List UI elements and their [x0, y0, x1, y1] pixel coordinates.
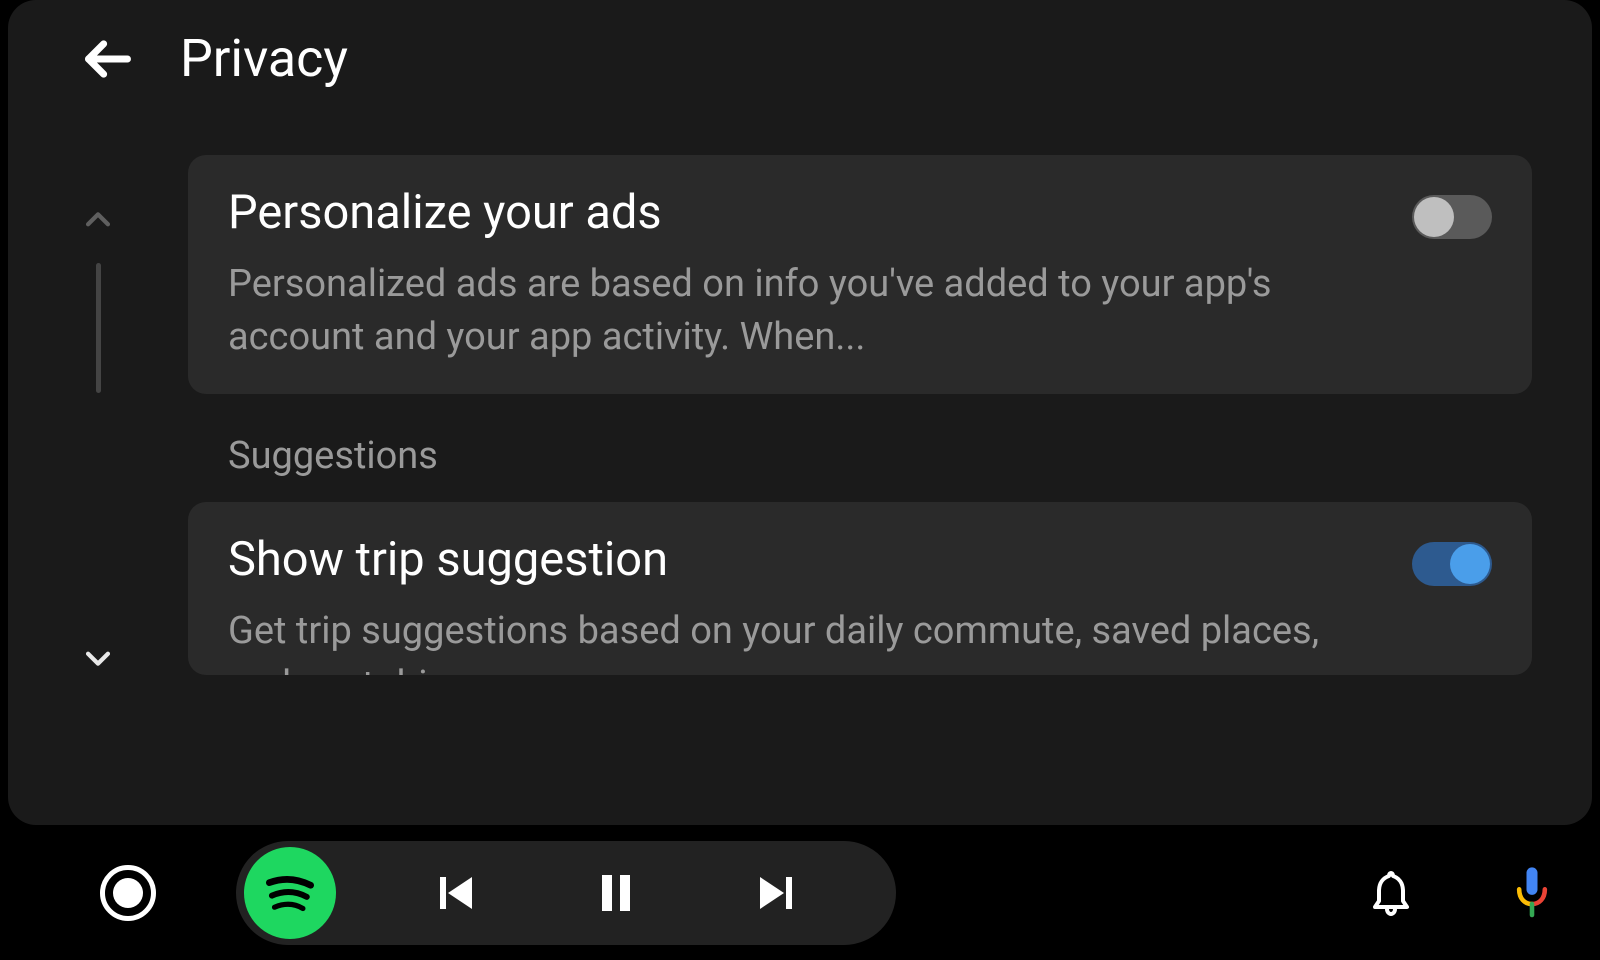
bottom-nav-bar — [0, 825, 1600, 960]
header: Privacy — [8, 0, 1592, 99]
toggle-knob — [1414, 197, 1454, 237]
media-app-button[interactable] — [244, 847, 336, 939]
card-text: Personalize your ads Personalized ads ar… — [228, 185, 1412, 364]
notifications-button[interactable] — [1363, 865, 1419, 921]
scroll-track[interactable] — [96, 263, 101, 393]
setting-title: Show trip suggestion — [228, 532, 1382, 587]
play-pause-button[interactable] — [536, 848, 696, 938]
card-text: Show trip suggestion Get trip suggestion… — [228, 532, 1412, 675]
next-track-button[interactable] — [696, 848, 856, 938]
chevron-up-icon — [81, 203, 115, 237]
back-button[interactable] — [78, 29, 138, 89]
previous-track-button[interactable] — [376, 848, 536, 938]
pause-icon — [592, 869, 640, 917]
home-button[interactable] — [100, 865, 156, 921]
trip-suggestion-toggle[interactable] — [1412, 542, 1492, 586]
home-dot-icon — [113, 878, 143, 908]
content-area: Personalize your ads Personalized ads ar… — [8, 140, 1592, 825]
section-label-suggestions: Suggestions — [228, 434, 1532, 478]
arrow-left-icon — [82, 33, 134, 85]
toggle-knob — [1450, 544, 1490, 584]
page-title: Privacy — [180, 28, 348, 89]
setting-description: Get trip suggestions based on your daily… — [228, 605, 1382, 675]
setting-title: Personalize your ads — [228, 185, 1382, 240]
scroll-indicator — [8, 140, 188, 825]
personalize-ads-toggle[interactable] — [1412, 195, 1492, 239]
setting-description: Personalized ads are based on info you'v… — [228, 258, 1382, 364]
media-controls — [236, 841, 896, 945]
skip-next-icon — [752, 869, 800, 917]
mic-icon — [1510, 865, 1554, 921]
skip-previous-icon — [432, 869, 480, 917]
settings-list: Personalize your ads Personalized ads ar… — [188, 140, 1592, 825]
chevron-down-icon — [81, 641, 115, 675]
right-icons — [1363, 865, 1560, 921]
scroll-down-button[interactable] — [73, 633, 123, 683]
spotify-icon — [259, 862, 321, 924]
setting-show-trip-suggestion[interactable]: Show trip suggestion Get trip suggestion… — [188, 502, 1532, 675]
bell-icon — [1367, 869, 1415, 917]
scroll-up-button[interactable] — [73, 195, 123, 245]
setting-personalize-ads[interactable]: Personalize your ads Personalized ads ar… — [188, 155, 1532, 394]
settings-panel: Privacy Personalize — [8, 0, 1592, 825]
voice-assistant-button[interactable] — [1504, 865, 1560, 921]
screen: Privacy Personalize — [0, 0, 1600, 960]
